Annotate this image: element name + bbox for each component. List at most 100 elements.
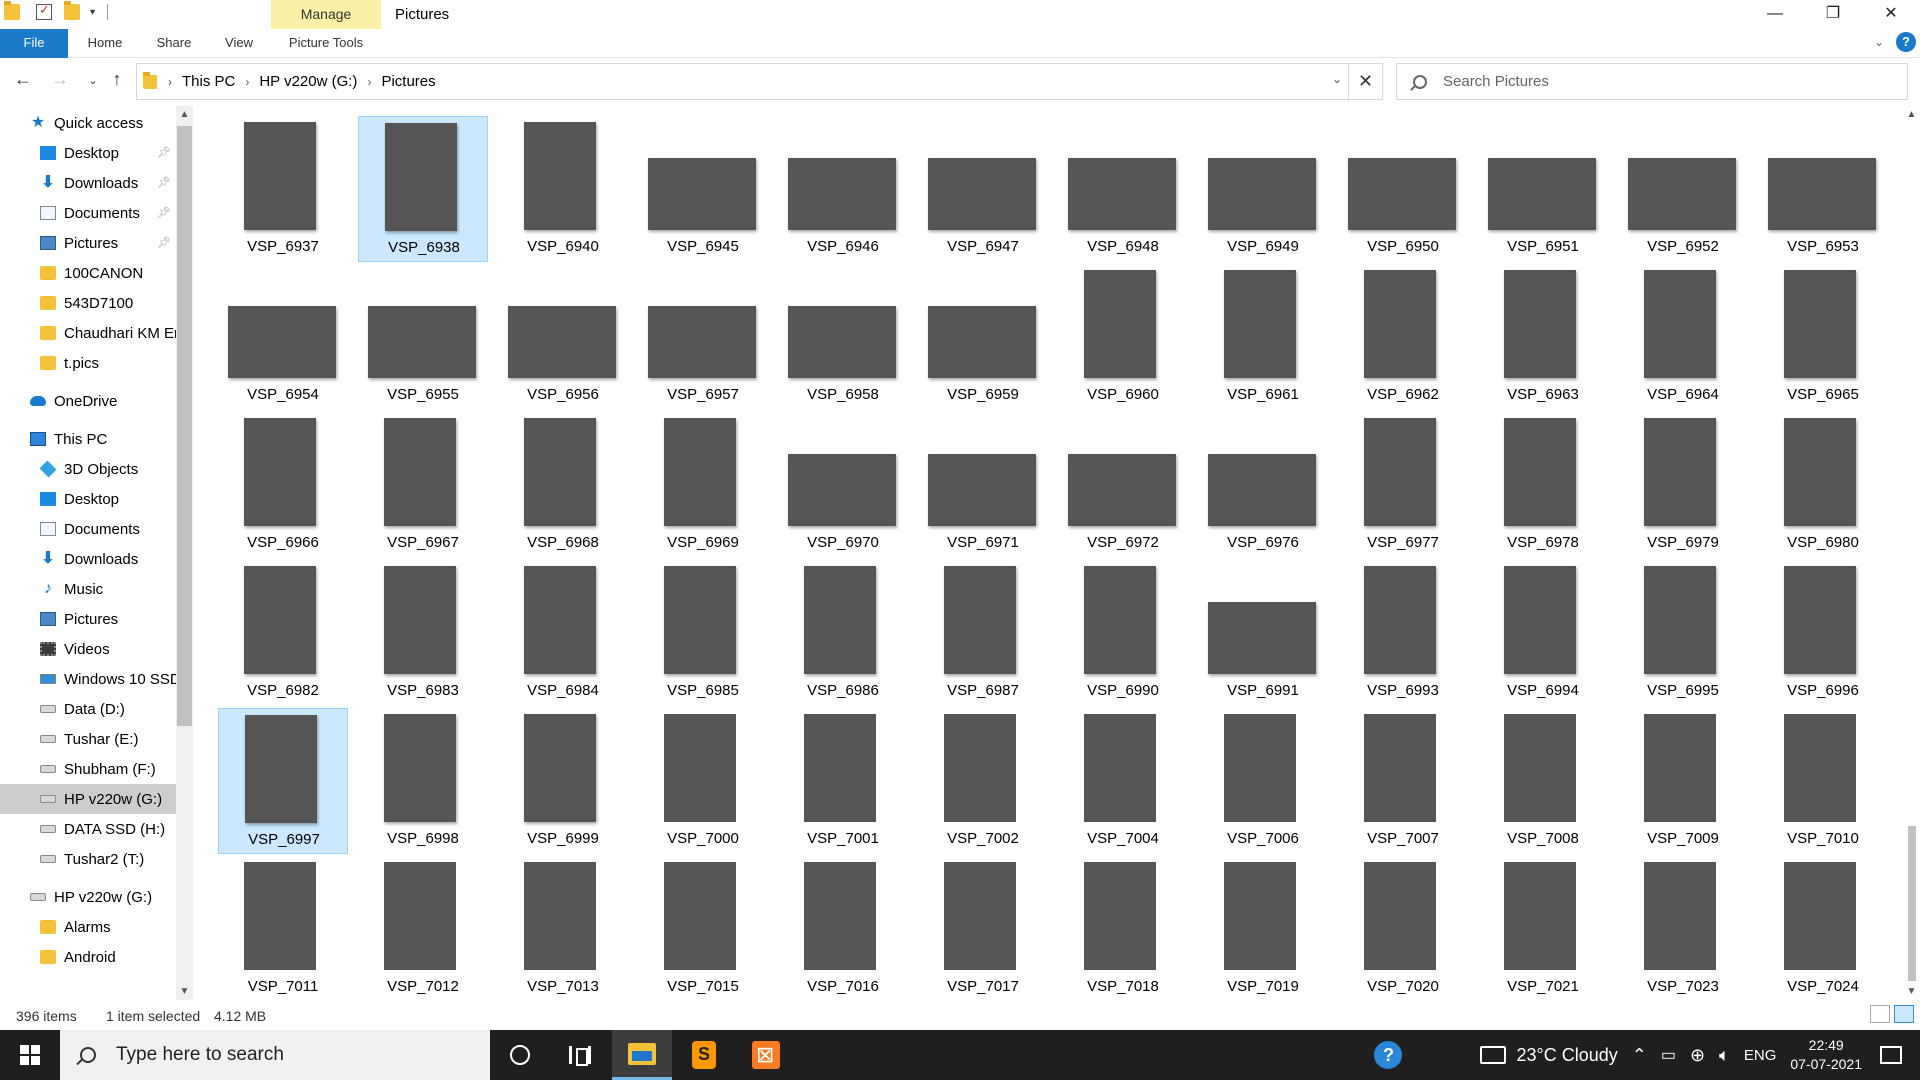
- file-item[interactable]: VSP_7010: [1758, 708, 1888, 854]
- file-item[interactable]: VSP_6959: [918, 264, 1048, 410]
- file-item[interactable]: VSP_7020: [1338, 856, 1468, 1000]
- nav-item[interactable]: HP v220w (G:): [0, 882, 176, 912]
- customize-toolbar-icon[interactable]: ▾: [90, 7, 95, 18]
- nav-item[interactable]: Tushar (E:): [0, 724, 176, 754]
- file-item[interactable]: VSP_6967: [358, 412, 488, 558]
- nav-item[interactable]: Documents: [0, 514, 176, 544]
- file-item[interactable]: VSP_6940: [498, 116, 628, 262]
- file-item[interactable]: VSP_7016: [778, 856, 908, 1000]
- help-icon[interactable]: ?: [1374, 1041, 1403, 1069]
- file-item[interactable]: VSP_7015: [638, 856, 768, 1000]
- file-item[interactable]: VSP_7002: [918, 708, 1048, 854]
- minimize-button[interactable]: —: [1746, 0, 1804, 29]
- file-item[interactable]: VSP_6986: [778, 560, 908, 706]
- sublime-text-taskbar-button[interactable]: [674, 1030, 734, 1080]
- scroll-up-icon[interactable]: ▲: [1903, 109, 1920, 120]
- nav-item[interactable]: ⬇ Downloads: [0, 544, 176, 574]
- file-item[interactable]: VSP_6994: [1478, 560, 1608, 706]
- breadcrumb-drive[interactable]: HP v220w (G:): [259, 73, 357, 90]
- nav-item[interactable]: Chaudhari KM Er: [0, 318, 176, 348]
- nav-item[interactable]: Pictures: [0, 604, 176, 634]
- nav-item[interactable]: Pictures 📌︎: [0, 228, 176, 258]
- nav-item[interactable]: 100CANON: [0, 258, 176, 288]
- file-item[interactable]: VSP_6947: [918, 116, 1048, 262]
- file-item[interactable]: VSP_6950: [1338, 116, 1468, 262]
- cortana-button[interactable]: [490, 1030, 550, 1080]
- chevron-right-icon[interactable]: ›: [245, 75, 249, 89]
- file-item[interactable]: VSP_7007: [1338, 708, 1468, 854]
- nav-item[interactable]: 543D7100: [0, 288, 176, 318]
- file-item[interactable]: VSP_6998: [358, 708, 488, 854]
- address-bar[interactable]: › This PC › HP v220w (G:) › Pictures ⌄ ✕: [136, 63, 1383, 100]
- pin-icon[interactable]: 📌︎: [157, 146, 171, 159]
- properties-icon[interactable]: [36, 2, 52, 20]
- nav-item[interactable]: 3D Objects: [0, 454, 176, 484]
- file-item[interactable]: VSP_6995: [1618, 560, 1748, 706]
- file-item[interactable]: VSP_6954: [218, 264, 348, 410]
- nav-item[interactable]: Desktop 📌︎: [0, 138, 176, 168]
- tab-picture-tools[interactable]: Picture Tools: [280, 29, 372, 58]
- address-history-icon[interactable]: ⌄: [1332, 72, 1342, 86]
- file-item[interactable]: VSP_7011: [218, 856, 348, 1000]
- file-item[interactable]: VSP_6966: [218, 412, 348, 558]
- language-indicator[interactable]: ENG: [1744, 1047, 1777, 1064]
- file-item[interactable]: VSP_6970: [778, 412, 908, 558]
- nav-item[interactable]: DATA SSD (H:): [0, 814, 176, 844]
- file-item[interactable]: VSP_6984: [498, 560, 628, 706]
- help-icon[interactable]: ?: [1896, 32, 1916, 52]
- weather-icon[interactable]: [1480, 1046, 1507, 1064]
- file-item[interactable]: VSP_7009: [1618, 708, 1748, 854]
- file-item[interactable]: VSP_6952: [1618, 116, 1748, 262]
- file-item[interactable]: VSP_6957: [638, 264, 768, 410]
- file-item[interactable]: VSP_6949: [1198, 116, 1328, 262]
- file-item[interactable]: VSP_6993: [1338, 560, 1468, 706]
- file-item[interactable]: VSP_7006: [1198, 708, 1328, 854]
- file-item[interactable]: VSP_6980: [1758, 412, 1888, 558]
- file-grid-scrollbar[interactable]: ▲ ▼: [1903, 106, 1920, 1000]
- nav-item[interactable]: ♪ Music: [0, 574, 176, 604]
- file-item[interactable]: VSP_7017: [918, 856, 1048, 1000]
- back-button[interactable]: ←: [10, 69, 36, 90]
- file-item[interactable]: VSP_7024: [1758, 856, 1888, 1000]
- scroll-down-icon[interactable]: ▼: [176, 986, 193, 997]
- breadcrumb-pictures[interactable]: Pictures: [381, 73, 435, 90]
- nav-item[interactable]: ★ Quick access: [0, 108, 176, 138]
- chevron-up-icon[interactable]: ⌃: [1632, 1045, 1647, 1066]
- file-item[interactable]: VSP_6956: [498, 264, 628, 410]
- file-item[interactable]: VSP_6977: [1338, 412, 1468, 558]
- xampp-taskbar-button[interactable]: [736, 1030, 796, 1080]
- file-item[interactable]: VSP_6963: [1478, 264, 1608, 410]
- file-item[interactable]: VSP_6964: [1618, 264, 1748, 410]
- forward-button[interactable]: →: [47, 69, 73, 90]
- manage-tab[interactable]: Manage: [271, 0, 381, 29]
- pin-icon[interactable]: 📌︎: [157, 206, 171, 219]
- file-item[interactable]: VSP_6983: [358, 560, 488, 706]
- taskbar-search[interactable]: Type here to search: [60, 1030, 490, 1080]
- file-item[interactable]: VSP_6987: [918, 560, 1048, 706]
- scroll-up-icon[interactable]: ▲: [176, 109, 193, 120]
- recent-locations-icon[interactable]: ⌄: [80, 74, 106, 87]
- nav-item[interactable]: Data (D:): [0, 694, 176, 724]
- nav-item[interactable]: Windows 10 SSD: [0, 664, 176, 694]
- close-button[interactable]: ✕: [1862, 0, 1920, 29]
- navigation-scrollbar[interactable]: ▲ ▼: [176, 106, 193, 1000]
- file-item[interactable]: VSP_7012: [358, 856, 488, 1000]
- file-item[interactable]: VSP_6945: [638, 116, 768, 262]
- file-item[interactable]: VSP_7019: [1198, 856, 1328, 1000]
- file-item[interactable]: VSP_7001: [778, 708, 908, 854]
- file-item[interactable]: VSP_7018: [1058, 856, 1188, 1000]
- tab-view[interactable]: View: [220, 29, 258, 58]
- pin-icon[interactable]: 📌︎: [157, 236, 171, 249]
- file-item[interactable]: VSP_6971: [918, 412, 1048, 558]
- nav-item[interactable]: Tushar2 (T:): [0, 844, 176, 874]
- up-button[interactable]: ↑: [104, 69, 130, 90]
- clock[interactable]: 22:49 07-07-2021: [1790, 1036, 1862, 1074]
- scrollbar-thumb[interactable]: [1908, 826, 1916, 981]
- file-explorer-taskbar-button[interactable]: [612, 1030, 672, 1080]
- file-item[interactable]: VSP_6979: [1618, 412, 1748, 558]
- nav-item[interactable]: Videos: [0, 634, 176, 664]
- nav-item[interactable]: Alarms: [0, 912, 176, 942]
- file-item[interactable]: VSP_7000: [638, 708, 768, 854]
- chevron-right-icon[interactable]: ›: [168, 75, 172, 89]
- start-button[interactable]: [0, 1030, 60, 1080]
